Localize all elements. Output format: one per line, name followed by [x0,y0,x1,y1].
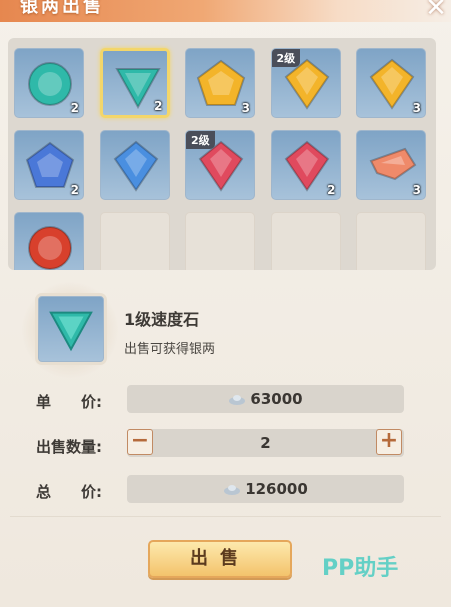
round-red-gem-icon [28,226,72,270]
item-count: 2 [327,183,336,197]
diamond-blue-gem-icon [113,140,158,192]
shard-orange-gem-icon [369,147,417,181]
silver-ingot-icon [229,394,246,405]
inventory-slot[interactable]: 2 [14,48,84,118]
pentagon-yellow-gem-icon [196,59,246,106]
diamond-red-gem-icon [284,140,329,192]
total-price-label: 总 价: [36,483,102,501]
silver-ingot-icon [224,484,241,495]
pentagon-blue-gem-icon [25,141,75,188]
round-teal-gem-icon [28,62,72,106]
inventory-slot[interactable]: 3 [185,48,255,118]
inventory-slot[interactable]: 2 [270,130,341,200]
inventory-slot[interactable]: 2级 [270,48,341,118]
sell-panel: 银两出售 ✕ 2 2 3 2级 3 2 2级 2 3 1级速度石 出售可获得银两 单 价: 63… [0,0,451,607]
watermark-text: PP助手 [322,556,399,581]
inventory-slot-empty [99,212,170,270]
sell-button[interactable]: 出售 [148,540,292,578]
inventory-slot[interactable]: 3 [356,48,426,118]
item-count: 2 [70,183,79,197]
item-description: 出售可获得银两 [124,342,216,357]
inventory-slot[interactable]: 2 [14,130,84,200]
item-count: 3 [412,183,421,197]
unit-price-value: 63000 [250,390,303,408]
level-badge: 2级 [271,49,301,67]
divider [10,516,441,517]
item-count: 2 [154,99,163,113]
total-price-field: 126000 [127,475,404,503]
inventory-slot[interactable]: 3 [356,130,426,200]
quantity-label: 出售数量: [36,438,102,456]
inventory-slot-empty [185,212,255,270]
unit-price-field: 63000 [127,385,404,413]
level-badge: 2级 [186,131,215,149]
window-title: 银两出售 [20,0,104,17]
item-count: 3 [412,101,421,115]
diamond-yellow-gem-icon [369,58,415,110]
inventory-grid: 2 2 3 2级 3 2 2级 2 3 [8,38,436,270]
item-count: 3 [241,101,250,115]
inventory-slot[interactable] [99,130,170,200]
quantity-value: 2 [260,434,271,452]
item-count: 2 [70,101,79,115]
inventory-slot-empty [356,212,426,270]
close-icon[interactable]: ✕ [422,0,450,22]
triangle-teal-gem-icon [49,311,93,352]
inventory-slot[interactable]: 2 [99,48,170,118]
inventory-slot[interactable] [14,212,84,270]
total-price-value: 126000 [245,480,308,498]
inventory-slot-empty [270,212,341,270]
unit-price-label: 单 价: [36,393,102,411]
selected-item-icon [38,296,104,362]
inventory-slot[interactable]: 2级 [185,130,255,200]
item-name: 1级速度石 [124,310,200,329]
quantity-decrease-button[interactable]: − [127,429,153,455]
quantity-increase-button[interactable]: + [376,429,402,455]
